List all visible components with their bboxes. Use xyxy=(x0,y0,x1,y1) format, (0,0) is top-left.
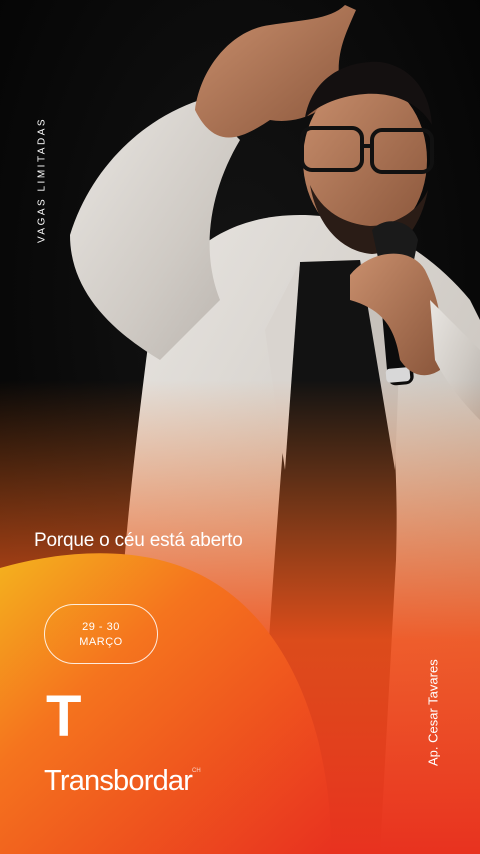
brand-name: Transbordar xyxy=(44,765,193,797)
date-days: 29 - 30 xyxy=(82,620,120,633)
brand-logo-letter: T xyxy=(46,684,82,749)
brand-mark: CH xyxy=(192,768,201,774)
date-month: MARÇO xyxy=(79,635,123,648)
limited-spots-label: VAGAS LIMITADAS xyxy=(36,116,48,244)
speaker-name: Ap. Cesar Tavares xyxy=(425,659,441,767)
tagline: Porque o céu está aberto xyxy=(34,530,243,551)
story-poster: VAGAS LIMITADAS Porque o céu está aberto… xyxy=(0,0,480,854)
date-badge: 29 - 30 MARÇO xyxy=(44,604,158,664)
